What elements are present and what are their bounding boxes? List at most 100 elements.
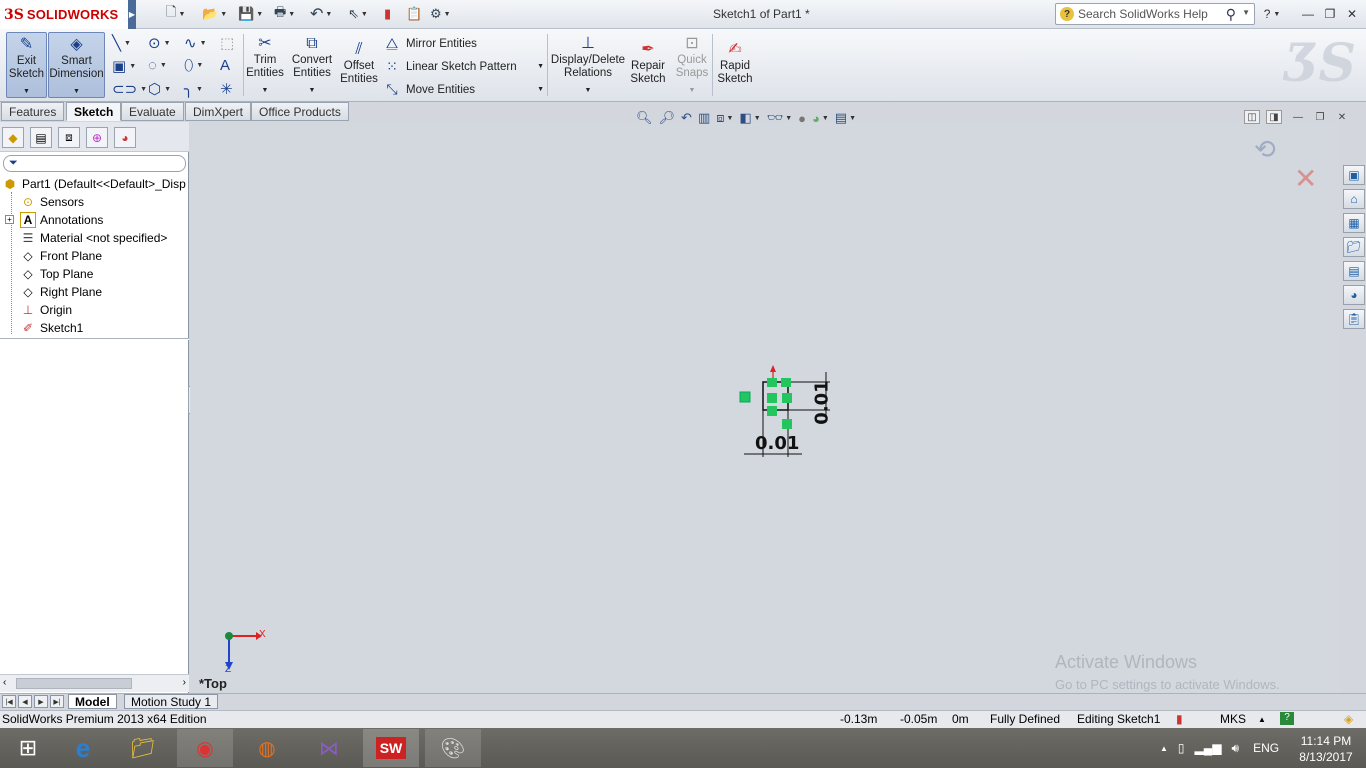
file-properties-button[interactable]: 📋 [406,5,422,23]
rebuild-status-icon[interactable]: ▮ [1176,712,1183,726]
coincident-relation-icon[interactable] [767,406,777,416]
chevron-down-icon[interactable]: ▼ [785,115,792,122]
next-tab-icon[interactable]: ▶ [34,695,48,708]
edit-appearance-icon[interactable]: ● [798,111,806,126]
slot-tool[interactable]: ⊂⊃ ▼ [112,80,147,98]
display-manager-tab[interactable]: ◕ [114,127,136,148]
chevron-down-icon[interactable]: ▼ [1242,8,1250,17]
viewport-split-icon[interactable]: ◫ [1244,110,1260,124]
close-button[interactable]: ✕ [1342,5,1362,23]
viewport-close-icon[interactable]: ✕ [1334,110,1350,124]
tab-dimxpert[interactable]: DimXpert [185,102,252,121]
mirror-entities-button[interactable]: ⧋ Mirror Entities [384,35,477,52]
paint-icon[interactable]: 🎨︎ [425,729,481,767]
smart-dimension-button[interactable]: ◈ Smart Dimension ▼ [48,32,105,98]
select-button[interactable]: ⇖ ▼ [348,5,368,23]
repair-sketch-button[interactable]: ✒ Repair Sketch [630,40,666,86]
show-hidden-icons-icon[interactable]: ▲ [1160,744,1168,753]
search-input[interactable]: Search SolidWorks Help [1078,7,1208,21]
viewport-restore-icon[interactable]: ❐ [1312,110,1328,124]
tab-office-products[interactable]: Office Products [251,102,349,121]
configuration-manager-tab[interactable]: ⧈ [58,127,80,148]
chevron-down-icon[interactable]: ▼ [849,115,856,122]
tab-model[interactable]: Model [68,694,117,709]
dimxpert-manager-tab[interactable]: ⊕ [86,127,108,148]
zoom-to-fit-icon[interactable]: 🔍︎ [636,110,653,126]
device-icon[interactable]: ▯ [1178,741,1185,755]
internet-explorer-icon[interactable]: e [55,729,111,767]
tree-root-part[interactable]: ⬢ Part1 (Default<<Default>_Disp [2,175,186,193]
cancel-sketch-icon[interactable]: ✕ [1294,162,1317,195]
section-view-icon[interactable]: ▥ [698,110,710,126]
display-delete-relations-button[interactable]: ⊥ Display/Delete Relations ▼ [551,34,625,97]
solidworks-taskbar-icon[interactable]: SW [363,729,419,767]
search-help-box[interactable]: ? Search SolidWorks Help ⚲ ▼ [1055,3,1255,25]
tree-filter-input[interactable]: ⏷ [3,155,186,172]
last-tab-icon[interactable]: ▶| [50,695,64,708]
coincident-relation-icon[interactable] [781,378,791,387]
horizontal-relation-icon[interactable] [782,419,792,429]
vertical-relation-icon[interactable] [767,393,777,403]
apply-scene-icon[interactable]: ◕ [812,111,820,126]
confirm-sketch-icon[interactable]: ⟲ [1254,134,1276,165]
view-settings-icon[interactable]: ▤ [835,110,847,126]
chevron-down-icon[interactable]: ▼ [822,115,829,122]
line-tool[interactable]: ╲ ▼ [112,34,131,52]
arc-tool[interactable]: ◌ ▼ [148,57,167,74]
tree-item-right-plane[interactable]: ◇ Right Plane [20,283,102,301]
help-button[interactable]: ? ▼ [1262,5,1282,23]
viewport-minimize-icon[interactable]: — [1290,110,1306,124]
volume-icon[interactable]: 🔊︎ [1232,741,1240,756]
save-button[interactable]: 💾 ▼ [238,5,263,23]
units-selector[interactable]: MKS [1220,712,1246,726]
file-explorer-taskbar-icon[interactable]: 📁︎ [115,729,171,767]
rapid-sketch-button[interactable]: ✍ Rapid Sketch [716,40,754,86]
trim-entities-button[interactable]: ✂ Trim Entities ▼ [246,34,284,97]
design-library-icon[interactable]: ▦ [1343,213,1365,233]
quick-snaps-button[interactable]: ⊡ Quick Snaps ▼ [674,34,710,97]
ellipse-tool[interactable]: ⬯ ▼ [184,57,203,74]
scroll-left-icon[interactable]: ‹ [3,677,6,688]
language-indicator[interactable]: ENG [1253,741,1279,755]
expand-icon[interactable]: + [5,215,14,224]
undo-button[interactable]: ↶ ▼ [310,5,332,23]
viewport-tile-icon[interactable]: ◨ [1266,110,1282,124]
feature-manager-tab[interactable]: ◆ [2,127,24,148]
solidworks-logo[interactable]: 3S SOLIDWORKS [0,0,128,29]
display-style-icon[interactable]: ◧ [739,110,751,126]
exit-sketch-button[interactable]: ✎ Exit Sketch ▼ [6,32,47,98]
offset-entities-button[interactable]: ⫽ Offset Entities [339,40,379,86]
menu-expand-arrow-icon[interactable]: ▶ [128,0,136,29]
tree-item-material[interactable]: ☰ Material <not specified> [20,229,168,247]
text-tool[interactable]: A [220,57,230,74]
tree-item-front-plane[interactable]: ◇ Front Plane [20,247,102,265]
rectangle-tool[interactable]: ▣ ▼ [112,57,136,75]
tree-item-annotations[interactable]: A Annotations [20,211,103,229]
new-document-button[interactable]: 🗋 ▼ [166,4,185,23]
horizontal-relation-icon[interactable] [782,393,792,403]
firefox-icon[interactable]: ◍ [239,729,295,767]
quick-tip-icon[interactable]: ◈ [1344,712,1353,726]
tree-item-sketch1[interactable]: ✐ Sketch1 [20,319,83,337]
coincident-relation-icon[interactable] [767,378,777,387]
solidworks-resources-icon[interactable]: ▣ [1343,165,1365,185]
vertical-relation-icon[interactable] [739,391,751,403]
file-explorer-icon[interactable]: 📁︎ [1343,237,1365,257]
windows-start-icon[interactable]: ⊞ [0,729,56,767]
tree-item-top-plane[interactable]: ◇ Top Plane [20,265,93,283]
scrollbar-thumb[interactable] [16,678,132,689]
move-entities-button[interactable]: ⤡ Move Entities ▼ [384,81,544,98]
point-tool[interactable]: ✳ [220,80,233,98]
appearances-icon[interactable]: ◕ [1343,285,1365,305]
help-status-icon[interactable]: ? [1280,712,1294,725]
network-signal-icon[interactable]: ▂▄▆ [1195,741,1222,755]
tab-sketch[interactable]: Sketch [66,102,122,121]
minimize-button[interactable]: — [1298,5,1318,23]
open-button[interactable]: 📂 ▼ [202,5,227,23]
chevron-up-icon[interactable]: ▲ [1258,715,1266,724]
rebuild-button[interactable]: ▮ [384,5,391,23]
property-manager-tab[interactable]: ▤ [30,127,52,148]
options-button[interactable]: ⚙ ▼ [430,5,451,23]
view-orientation-icon[interactable]: ⧈ [716,110,724,126]
search-icon[interactable]: ⚲ [1226,6,1236,23]
